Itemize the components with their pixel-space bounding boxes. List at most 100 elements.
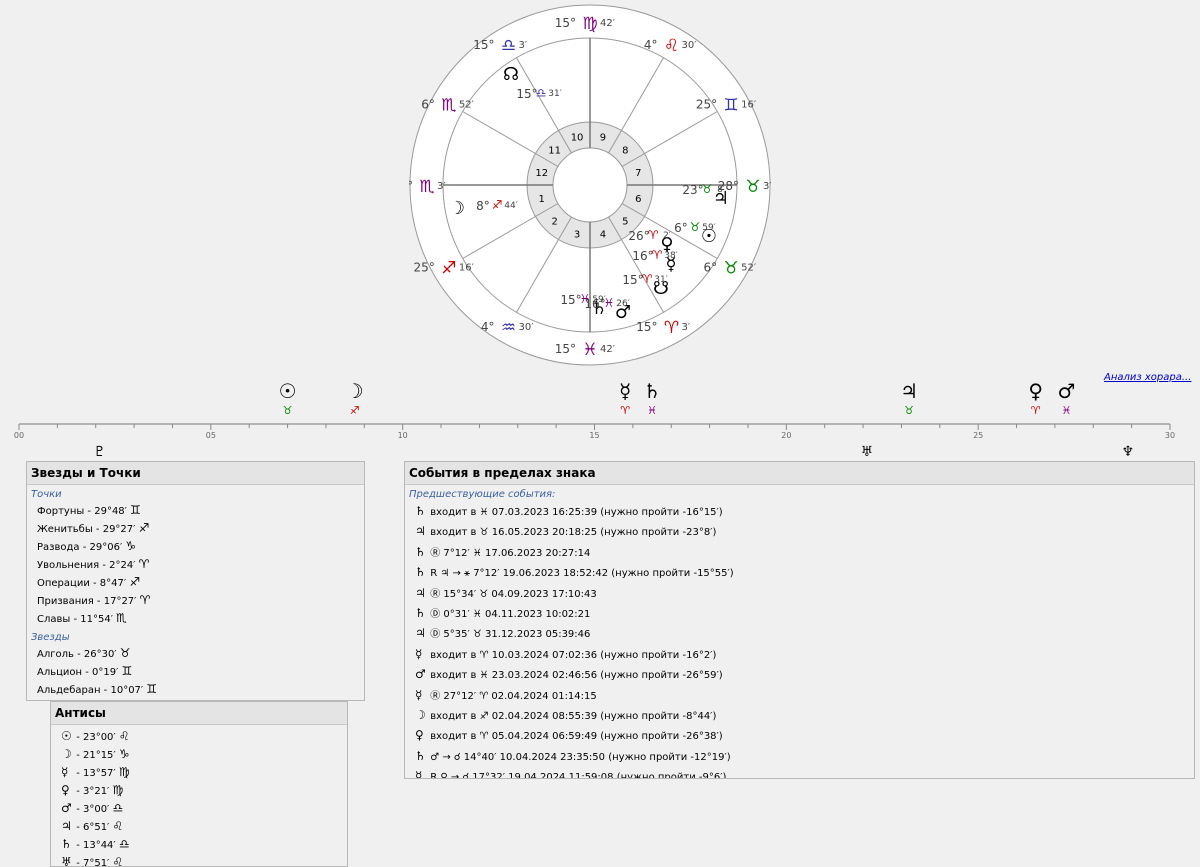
stars-points-panel: Звезды и Точки Точки Фортуны - 29°48′ ♊ Ж…: [26, 461, 365, 701]
star-sign-icon: ♉: [119, 646, 131, 660]
timeline-outer-planet-icon[interactable]: ♇: [93, 444, 106, 460]
cusp-degree: 4°: [481, 320, 495, 334]
cusp-degree: 15°: [555, 342, 576, 356]
timeline-sign-icon: ♓: [1061, 404, 1071, 417]
planet-sign-icon: ♈: [652, 248, 663, 262]
house-number: 3: [574, 229, 580, 240]
events-panel: События в пределах знака Предшествующие …: [404, 461, 1195, 779]
point-sign-icon: ♑: [125, 539, 137, 553]
timeline-planet-icon[interactable]: ♂: [1057, 379, 1075, 403]
planet-degree: 8°: [476, 199, 490, 213]
cusp-sign-icon: ♌: [664, 36, 679, 56]
timeline-planet-icon[interactable]: ♃: [900, 379, 918, 403]
event-item: ♄ Ⓓ 0°31′ ♓ 04.11.2023 10:02:21: [405, 604, 1194, 624]
planet-sign-icon: ♉: [690, 220, 701, 234]
house-number: 8: [622, 146, 628, 157]
timeline-planet-icon[interactable]: ♀: [1028, 379, 1043, 403]
event-text: входит в ♈ 05.04.2024 06:59:49 (нужно пр…: [430, 731, 723, 743]
cusp-degree: 6°: [704, 261, 718, 275]
planet-sign-icon: ♓: [604, 296, 615, 310]
antisce-text: - 23°00′: [76, 732, 116, 743]
planet-minutes: 2′: [663, 231, 671, 241]
event-planet-icon: ♂: [415, 667, 426, 682]
cusp-sign-icon: ♎: [501, 36, 516, 56]
timeline-tick-label: 10: [398, 431, 408, 440]
point-text: Увольнения - 2°24′: [37, 560, 136, 571]
cusp-degree: 28°: [409, 179, 413, 193]
event-planet-icon: ♄: [415, 748, 426, 763]
event-item: ☿ входит в ♈ 10.03.2024 07:02:36 (нужно …: [405, 645, 1194, 665]
house-number: 10: [571, 133, 584, 144]
antisce-item: ♀ - 3°21′ ♍: [51, 782, 347, 800]
point-item: Развода - 29°06′ ♑: [27, 538, 364, 556]
timeline-outer-planet-icon[interactable]: ♆: [1122, 444, 1135, 460]
planet-minutes: 8′: [717, 185, 725, 195]
antisce-sign-icon: ♍: [118, 765, 130, 779]
cusp-minutes: 42′: [600, 18, 616, 29]
antisce-item: ♂ - 3°00′ ♎: [51, 800, 347, 818]
cusp-degree: 25°: [696, 98, 717, 112]
point-sign-icon: ♐: [129, 575, 141, 589]
timeline-planet-icon[interactable]: ☉: [279, 379, 297, 403]
event-item: ☿ R ♀ → ☌ 17°32′ 19.04.2024 11:59:08 (ну…: [405, 767, 1194, 779]
antisce-item: ☽ - 21°15′ ♑: [51, 746, 347, 764]
cusp-minutes: 52′: [459, 100, 475, 111]
timeline-tick-label: 00: [14, 431, 24, 440]
point-sign-icon: ♊: [130, 503, 141, 517]
point-sign-icon: ♏: [116, 611, 127, 625]
event-text: ♂ → ☌ 14°40′ 10.04.2024 23:35:50 (нужно …: [430, 751, 731, 763]
timeline-sign-icon: ♉: [904, 404, 914, 417]
events-panel-title: События в пределах знака: [405, 462, 1194, 485]
timeline-planet-icon[interactable]: ☿: [619, 379, 631, 403]
antisce-text: - 13°44′: [76, 840, 116, 851]
point-item: Фортуны - 29°48′ ♊: [27, 502, 364, 520]
cusp-minutes: 42′: [600, 344, 616, 355]
planet-sign-icon: ♈: [642, 272, 653, 286]
horary-analysis-link[interactable]: Анализ хорара...: [1104, 372, 1191, 383]
antisce-planet-icon: ☽: [61, 747, 72, 761]
cusp-sign-icon: ♉: [745, 177, 760, 197]
timeline-planet-icon[interactable]: ☽: [346, 379, 364, 403]
point-text: Развода - 29°06′: [37, 542, 123, 553]
planet-sign-icon: ♎: [536, 86, 547, 100]
event-item: ♃ Ⓓ 5°35′ ♉ 31.12.2023 05:39:46: [405, 624, 1194, 644]
timeline-sign-icon: ♈: [620, 404, 630, 417]
cusp-minutes: 52′: [741, 263, 757, 274]
point-text: Фортуны - 29°48′: [37, 506, 127, 517]
star-sign-icon: ♊: [146, 682, 158, 696]
planet-degree: 23°: [682, 183, 703, 197]
antisce-planet-icon: ☉: [61, 729, 72, 743]
event-item: ♄ входит в ♓ 07.03.2023 16:25:39 (нужно …: [405, 502, 1194, 522]
stars-list: Алголь - 26°30′ ♉ Альцион - 0°19′ ♊ Альдеб…: [27, 645, 364, 700]
house-number: 2: [551, 216, 557, 227]
antisce-planet-icon: ♃: [61, 819, 72, 833]
event-planet-icon: ☿: [415, 687, 423, 702]
event-item: ♃ Ⓡ 15°34′ ♉ 04.09.2023 17:10:43: [405, 584, 1194, 604]
timeline-tick-label: 30: [1165, 431, 1175, 440]
cusp-sign-icon: ♐: [441, 259, 456, 279]
cusp-sign-icon: ♉: [724, 259, 739, 279]
event-item: ☽ входит в ♐ 02.04.2024 08:55:39 (нужно …: [405, 706, 1194, 726]
antisces-panel-title: Антисы: [51, 702, 347, 725]
event-text: R ♃ → ⚹ 7°12′ 19.06.2023 18:52:42 (нужно…: [430, 568, 734, 580]
point-item: Славы - 11°54′ ♏: [27, 610, 364, 628]
event-text: R ♀ → ☌ 17°32′ 19.04.2024 11:59:08 (нужн…: [430, 772, 727, 779]
antisce-sign-icon: ♎: [112, 801, 124, 815]
cusp-minutes: 30′: [519, 322, 535, 333]
event-planet-icon: ♃: [415, 626, 426, 641]
point-text: Женитьбы - 29°27′: [37, 524, 136, 535]
antisce-text: - 3°21′: [76, 786, 110, 797]
cusp-minutes: 30′: [682, 40, 698, 51]
timeline-planet-icon[interactable]: ♄: [643, 379, 661, 403]
event-item: ♀ входит в ♈ 05.04.2024 06:59:49 (нужно …: [405, 726, 1194, 746]
timeline-outer-planet-icon[interactable]: ♅: [861, 444, 874, 460]
point-item: Призвания - 17°27′ ♈: [27, 592, 364, 610]
event-item: ♂ входит в ♓ 23.03.2024 02:46:56 (нужно …: [405, 665, 1194, 685]
star-sign-icon: ♊: [121, 664, 133, 678]
center-circle: [552, 147, 628, 223]
antisce-item: ♄ - 13°44′ ♎: [51, 836, 347, 854]
star-text: Альцион - 0°19′: [37, 667, 119, 678]
planet-sign-icon: ♈: [648, 228, 659, 242]
planet-minutes: 59′: [702, 223, 716, 233]
star-item: Альцион - 0°19′ ♊: [27, 663, 364, 681]
